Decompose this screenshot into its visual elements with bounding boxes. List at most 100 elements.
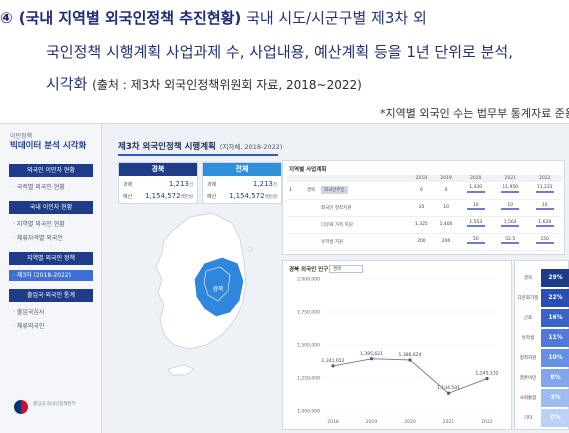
- table-cell: 52.5: [492, 233, 528, 251]
- data-point[interactable]: [446, 391, 451, 395]
- table-cell: 1,628: [527, 216, 562, 234]
- ratio-value: 22%: [541, 289, 569, 307]
- table-cell-value: 200: [441, 239, 451, 244]
- ratio-row[interactable]: 근로 16%: [515, 309, 569, 328]
- sidebar-item[interactable]: · 출입국심사: [13, 307, 44, 316]
- data-point[interactable]: [408, 358, 412, 362]
- data-point[interactable]: [369, 357, 374, 361]
- bullet-heading: (국내 지역별 외국인정책 추진현황): [18, 9, 242, 27]
- table-cell: 10: [527, 199, 562, 217]
- table-cell: 다문화 가족 지원: [321, 216, 409, 234]
- card-row-label: 예산: [207, 194, 217, 200]
- main-content: 제3차 외국인정책 시행계획 (지자체, 2018-2022) 경북 과제 1,213…: [104, 124, 569, 433]
- x-tick-label: 2019: [366, 419, 378, 425]
- table-header-cell: 2019: [433, 175, 459, 182]
- sidebar-item[interactable]: · 지역별 외국인 현황: [13, 219, 65, 228]
- table-cell: 11,950: [492, 182, 528, 200]
- table-cell: 50: [458, 233, 493, 251]
- data-point[interactable]: [331, 364, 335, 368]
- table-bar: [535, 225, 554, 227]
- card-row-value: 1,213건: [253, 180, 277, 188]
- data-label: 1,395,621: [360, 351, 383, 357]
- table-cell-value: 10: [541, 202, 548, 208]
- ratio-value: 8%: [541, 369, 569, 387]
- ratio-row[interactable]: 기타 0%: [515, 409, 569, 428]
- sidebar-section-header[interactable]: 국내 이민자 현황: [9, 201, 93, 214]
- table-cell-value: 10: [472, 202, 479, 208]
- summary-card[interactable]: 경북 과제 1,213건 예산 1,154,572백만원: [118, 162, 198, 204]
- sidebar-section-header[interactable]: 외국인 이민자 현황: [9, 164, 93, 177]
- table-cell-value: 10: [418, 205, 425, 210]
- data-point[interactable]: [485, 377, 489, 381]
- data-label: 1,386,624: [399, 352, 422, 358]
- map-jeju-island[interactable]: [167, 364, 196, 376]
- x-tick-label: 2022: [481, 419, 493, 425]
- data-label: 1,134,591: [437, 385, 460, 391]
- table-cell-value: 0: [419, 187, 423, 193]
- table-cell: 0: [409, 182, 434, 200]
- ratio-row[interactable]: 정착지원 10%: [515, 349, 569, 368]
- table-cell-value: 11,950: [502, 185, 519, 191]
- table-cell: 1,325: [409, 216, 434, 234]
- source-citation: (출처 : 제3차 외국인정책위원회 자료, 2018~2022): [92, 78, 362, 92]
- table-bar: [535, 208, 554, 210]
- government-emblem-icon: [14, 400, 28, 414]
- ratio-row[interactable]: 사회통합 3%: [515, 389, 569, 408]
- table-body: 1 경북 외국인주민 0 0 1,430 11,950 11,231 외국인 정착지원 10 10 1…: [287, 182, 562, 251]
- project-table-panel: 지역별 사업계획 2018 2019 2020 2021 2022 1 경북 외국인주민 0 0…: [282, 160, 565, 255]
- ratio-label: 정착지원: [519, 356, 537, 361]
- table-title: 지역별 사업계획: [289, 167, 327, 173]
- table-header-cell: [287, 175, 301, 182]
- y-tick-label: 1,250,000: [297, 376, 320, 382]
- table-cell: 외국인주민: [321, 182, 409, 200]
- page-title-text: 제3차 외국인정책 시행계획: [118, 142, 216, 152]
- sidebar-item-active[interactable]: · 제3차 (2018-2022): [9, 270, 93, 281]
- table-row[interactable]: 유학생 지원 200 200 50 52.5 150: [287, 233, 562, 251]
- table-cell-value: 1,564: [503, 219, 517, 225]
- table-cell: 1,553: [458, 216, 493, 234]
- ratio-panel: 경북 29% 다문화가정 22% 근로 16% 유학생 11% 정착지원 10% 결혼이민 8% 사회통…: [514, 260, 569, 430]
- card-row-value: 1,213건: [169, 180, 193, 188]
- page-subtitle: (지자체, 2018-2022): [219, 143, 283, 151]
- card-value-number: 1,213: [168, 180, 189, 188]
- korea-map[interactable]: 경북: [134, 209, 274, 389]
- table-cell: [301, 233, 321, 251]
- ratio-row[interactable]: 결혼이민 8%: [515, 369, 569, 388]
- table-cell-value: 11,231: [536, 185, 553, 191]
- summary-card[interactable]: 전체 과제 1,213건 예산 1,154,572백만원: [202, 162, 282, 204]
- sidebar-item[interactable]: · 국적별 외국인 현황: [13, 182, 65, 191]
- table-header-row: 2018 2019 2020 2021 2022: [287, 175, 562, 182]
- ratio-row[interactable]: 다문화가정 22%: [515, 289, 569, 308]
- table-cell: 200: [409, 233, 434, 251]
- ratio-row[interactable]: 경북 29%: [515, 269, 569, 288]
- bullet-line-1: ④ (국내 지역별 외국인정책 추진현황) 국내 시도/시군구별 제3차 외: [0, 7, 427, 28]
- y-tick-label: 1,500,000: [297, 343, 320, 349]
- card-value-unit: 백만원: [180, 195, 193, 200]
- ratio-row[interactable]: 유학생 11%: [515, 329, 569, 348]
- table-cell-value: 1,553: [469, 219, 483, 225]
- sidebar-item[interactable]: · 체류자격별 외국인: [13, 233, 63, 242]
- sidebar-section-header[interactable]: 출입국·외국인 통계: [9, 289, 93, 302]
- table-cell: [301, 216, 321, 234]
- bullet-text: 국내 시도/시군구별 제3차 외: [241, 9, 427, 27]
- gov-org-name: 출입국·외국인정책본부: [33, 402, 76, 407]
- sidebar-item[interactable]: · 체류외국인: [13, 321, 44, 330]
- table-bar: [466, 190, 485, 193]
- table-cell: 외국인 정착지원: [321, 199, 409, 217]
- table-cell-value: 0: [444, 187, 448, 193]
- table-cell: 10: [458, 199, 493, 217]
- brand-title[interactable]: 빅데이터 분석 시각화: [10, 139, 86, 151]
- card-value-unit: 건: [188, 183, 193, 188]
- table-row[interactable]: 외국인 정착지원 10 10 10 10 10: [287, 199, 562, 217]
- table-header-cell: 2021: [492, 175, 528, 182]
- ratio-value: 16%: [541, 309, 569, 327]
- table-cell: [287, 233, 301, 251]
- sidebar-section-header[interactable]: 지역별 외국인 정책: [9, 252, 93, 265]
- card-value-number: 1,154,572: [144, 192, 181, 200]
- table-row[interactable]: 다문화 가족 지원 1,325 1,406 1,553 1,564 1,628: [287, 216, 562, 234]
- table-cell-value: 10: [507, 202, 514, 208]
- table-highlight: 외국인주민: [321, 186, 348, 195]
- table-row[interactable]: 1 경북 외국인주민 0 0 1,430 11,950 11,231: [287, 182, 562, 200]
- ratio-label: 결혼이민: [519, 376, 537, 381]
- table-bar: [535, 190, 554, 193]
